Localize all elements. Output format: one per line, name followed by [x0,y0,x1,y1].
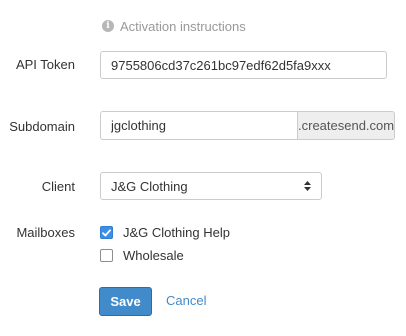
activation-instructions-row[interactable]: i Activation instructions [102,18,246,34]
info-circle-icon: i [102,20,114,32]
checkbox-checked[interactable] [100,226,113,239]
mailbox-option-label: J&G Clothing Help [123,225,230,240]
checkbox-unchecked[interactable] [100,249,113,262]
save-button[interactable]: Save [99,287,152,316]
subdomain-input[interactable] [100,111,297,140]
client-select-value: J&G Clothing [111,178,188,194]
api-token-label: API Token [15,57,75,72]
activation-form: i Activation instructions API Token Subd… [0,0,406,336]
subdomain-label: Subdomain [9,119,75,134]
mailbox-option-jg-clothing-help[interactable]: J&G Clothing Help [100,225,230,240]
api-token-input[interactable] [100,51,387,79]
subdomain-suffix: .createsend.com [297,111,396,140]
mailbox-option-label: Wholesale [123,248,184,263]
client-label: Client [41,179,75,194]
check-icon [102,228,111,236]
select-arrows-icon [303,181,311,191]
cancel-link[interactable]: Cancel [166,293,206,308]
client-select[interactable]: J&G Clothing [100,172,322,200]
activation-instructions-link[interactable]: Activation instructions [120,19,246,34]
subdomain-input-group: .createsend.com [100,111,396,140]
mailbox-option-wholesale[interactable]: Wholesale [100,248,184,263]
mailboxes-label: Mailboxes [16,225,75,240]
